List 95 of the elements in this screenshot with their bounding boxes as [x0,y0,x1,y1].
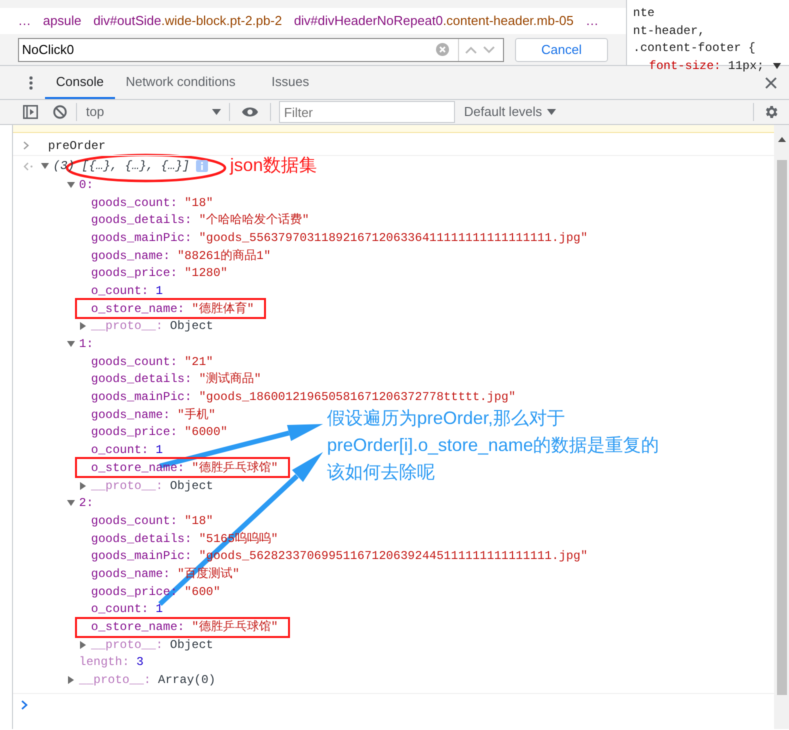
chevron-right-icon [23,141,29,150]
property-key: o_count: [91,441,149,460]
property-key: length: [79,653,130,672]
css-selector: nte [633,5,656,22]
cancel-button[interactable]: Cancel [515,38,608,62]
property-key: o_store_name: [91,300,185,318]
property-key: __proto__: [91,476,164,495]
property-key: goods_count: [91,512,178,530]
property-value: "德胜乒乓球馆" [192,460,278,477]
collapsed-triangle-icon[interactable] [79,482,87,490]
breadcrumb-item[interactable]: div#divHeaderNoRepeat0.content-header.mb-05 [294,11,574,31]
property-key: o_count: [91,282,149,300]
drawer-tab[interactable]: Network conditions [114,66,247,99]
drawer-tab[interactable]: Issues [260,66,320,99]
property-key: o_store_name: [91,458,185,477]
prompt-chevron-icon[interactable] [21,700,28,710]
property-value: 1 [156,442,163,460]
property-value: "88261的商品1" [177,248,271,265]
clear-console-icon[interactable] [53,105,67,119]
expanded-triangle-icon[interactable] [67,180,75,189]
property-value: "goods_186001219650581671206372778ttttt.jpg" [198,389,516,406]
scrollbar[interactable] [774,125,789,729]
property-key: goods_name: [91,406,170,424]
collapsed-triangle-icon[interactable] [67,676,75,684]
property-key: goods_price: [91,264,178,282]
sidebar-toggle-icon[interactable] [23,105,38,119]
property-key: __proto__: [91,636,164,654]
property-key: goods_details: [91,530,192,548]
property-value: "18" [184,194,214,212]
dropdown-triangle-icon [212,109,221,115]
property-value: 1 [156,601,163,618]
css-selector: nt-header, [633,22,706,40]
command-text: preOrder [48,138,106,154]
search-field[interactable]: NoClick0 [19,40,436,60]
array-preview: [{…}, {…}, {…}] [82,158,190,175]
more-vertical-icon[interactable] [29,76,33,90]
property-value: 1 [156,282,163,300]
property-key: goods_details: [91,211,192,230]
property-key: goods_details: [91,370,192,388]
settings-icon[interactable] [763,104,779,120]
search-bar[interactable]: NoClick0 [18,38,504,62]
breadcrumb-item[interactable]: … [586,11,599,31]
property-value: 3 [136,654,144,672]
annotation-question: 假设遍历为preOrder,那么对于 preOrder[i].o_store_name的数据是重复的 该如何去除呢 [327,407,660,484]
collapsed-triangle-icon[interactable] [79,322,87,330]
property-value: "18" [184,512,214,530]
dropdown-triangle-icon[interactable] [773,63,782,70]
property-value: Object [170,318,214,336]
property-value: Array(0) [158,672,216,690]
property-value: "德胜体育" [192,300,254,318]
property-key: goods_price: [91,423,178,442]
dropdown-triangle-icon [547,109,556,115]
levels-dropdown[interactable]: Default levels [464,102,556,122]
property-key: goods_mainPic: [91,388,192,406]
property-key: goods_mainPic: [91,228,192,247]
breadcrumb-item[interactable]: … [18,11,31,31]
property-value: "21" [184,354,214,371]
expanded-triangle-icon[interactable] [67,340,75,348]
context-select[interactable]: top [77,102,229,122]
eye-icon[interactable] [241,106,259,118]
collapsed-triangle-icon[interactable] [79,640,87,649]
property-value: "6000" [184,424,228,442]
close-icon[interactable] [765,76,777,88]
return-arrow-icon [23,162,33,170]
property-value: "手机" [177,406,216,424]
filter-field[interactable]: Filter [279,101,455,123]
property-key: __proto__: [79,671,152,690]
property-key: 1: [79,335,94,354]
property-key: goods_count: [91,352,178,371]
property-key: goods_name: [91,246,170,265]
property-key: goods_mainPic: [91,547,192,566]
property-key: __proto__: [91,317,164,336]
property-value: "测试商品" [198,371,262,388]
property-value: "个哈哈哈发个话费" [198,212,310,230]
expanded-triangle-icon[interactable] [67,499,75,508]
property-value: Object [170,478,214,495]
css-selector: .content-footer { [633,40,756,57]
property-key: o_count: [91,600,149,618]
css-value: 11px; [728,58,764,74]
property-key: o_store_name: [91,618,185,636]
property-value: "德胜乒乓球馆" [192,619,278,636]
breadcrumb-item[interactable]: div#outSide.wide-block.pt-2.pb-2 [93,11,282,31]
property-value: Object [170,636,214,654]
property-key: 0: [79,176,94,194]
property-key: goods_name: [91,564,170,583]
breadcrumb-item[interactable]: apsule [43,11,82,31]
css-property: font-size: [649,58,722,74]
property-value: "600" [184,584,220,601]
property-value: "goods_556379703118921671206336411111111111111111.jpg" [198,230,588,247]
property-key: 2: [79,494,94,512]
property-value: "1280" [184,265,228,282]
property-key: goods_count: [91,194,178,212]
expanded-triangle-icon[interactable] [41,162,49,170]
scroll-up-icon[interactable] [778,137,786,142]
annotation-label: json数据集 [230,154,318,177]
